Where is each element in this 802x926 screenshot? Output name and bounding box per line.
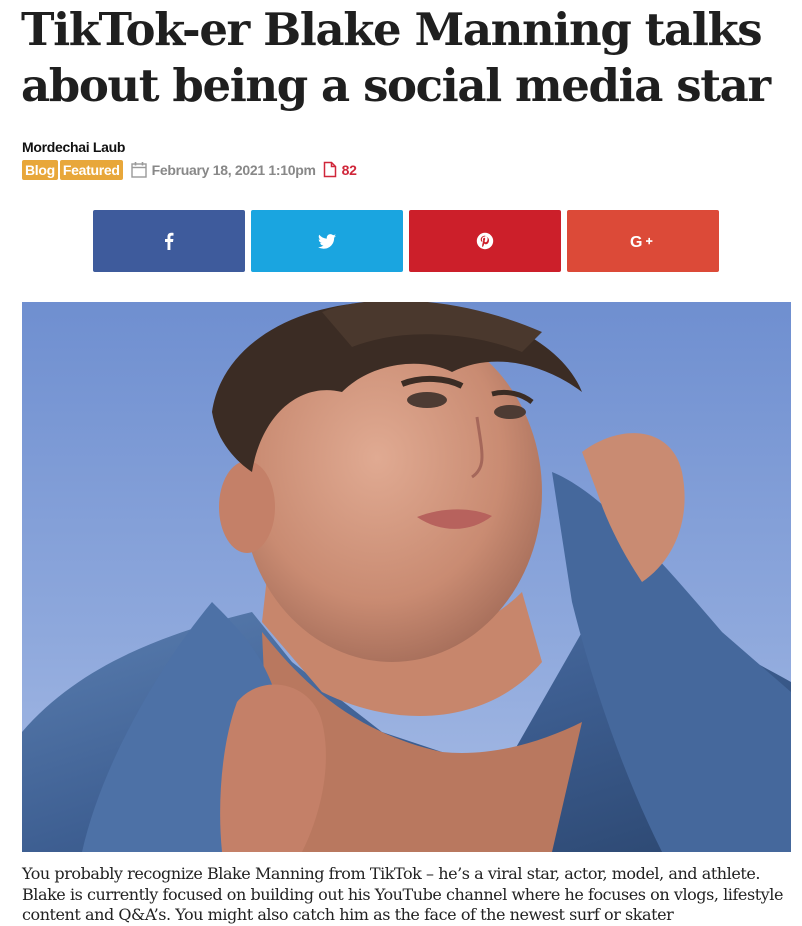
facebook-icon xyxy=(164,232,174,250)
googleplus-icon: G xyxy=(630,233,656,249)
twitter-share-button[interactable] xyxy=(251,210,403,272)
hero-image xyxy=(22,302,791,852)
article-body: You probably recognize Blake Manning fro… xyxy=(22,864,783,924)
svg-text:G: G xyxy=(630,234,642,249)
author-name[interactable]: Mordechai Laub xyxy=(22,139,125,155)
pinterest-share-button[interactable] xyxy=(409,210,561,272)
googleplus-share-button[interactable]: G xyxy=(567,210,719,272)
twitter-icon xyxy=(318,233,336,249)
share-buttons: G xyxy=(93,210,719,272)
article-meta: Blog Featured February 18, 2021 1:10pm 8… xyxy=(22,158,357,181)
category-badge-blog[interactable]: Blog xyxy=(22,159,58,180)
comment-count[interactable]: 82 xyxy=(342,162,357,178)
facebook-share-button[interactable] xyxy=(93,210,245,272)
document-icon xyxy=(323,161,337,178)
post-date: February 18, 2021 1:10pm xyxy=(151,161,316,178)
article-title: TikTok-er Blake Manning talks about bein… xyxy=(21,3,771,112)
pinterest-icon xyxy=(476,232,494,250)
calendar-icon xyxy=(130,161,147,178)
category-badge-featured[interactable]: Featured xyxy=(59,159,123,180)
